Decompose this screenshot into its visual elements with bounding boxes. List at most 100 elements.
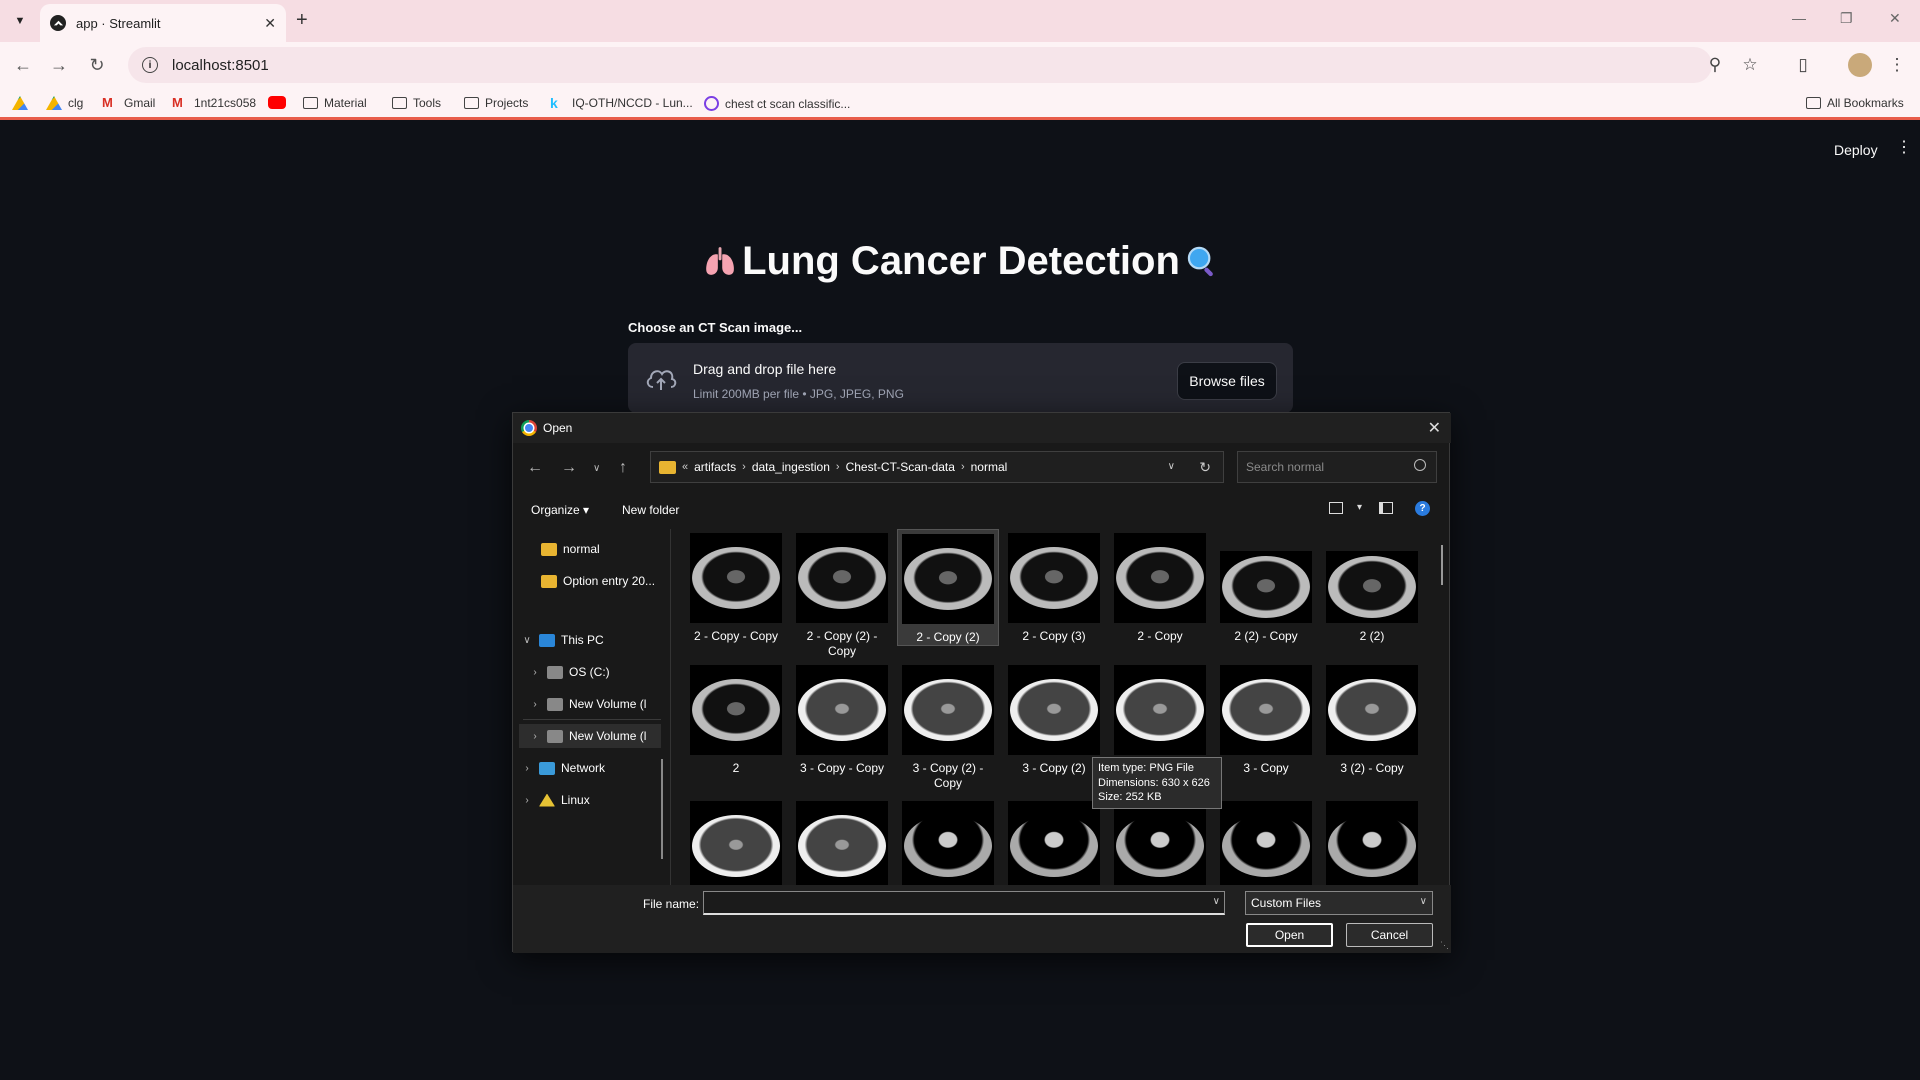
nav-item-new-volume-1[interactable]: › New Volume (l <box>529 692 661 716</box>
breadcrumb-item[interactable]: artifacts <box>694 460 736 474</box>
resize-grip-icon[interactable]: ⋱ <box>1440 940 1449 951</box>
file-item[interactable]: 2 <box>685 661 787 776</box>
up-folder-icon[interactable]: ↑ <box>619 459 627 477</box>
nav-item-network[interactable]: › Network <box>521 756 661 780</box>
recent-locations-icon[interactable]: ∨ <box>593 463 600 474</box>
browse-files-button[interactable]: Browse files <box>1177 362 1277 400</box>
reload-icon[interactable]: ↻ <box>86 54 108 76</box>
file-item[interactable]: 3 (2) - Copy <box>1321 661 1423 776</box>
nav-item-option-entry[interactable]: Option entry 20... <box>541 569 661 593</box>
bookmark-tools[interactable]: Tools <box>392 96 441 110</box>
overflow-chevron-icon[interactable]: « <box>682 461 688 473</box>
preview-pane-icon[interactable] <box>1379 502 1393 514</box>
window-close-icon[interactable]: ✕ <box>1889 10 1901 27</box>
help-icon[interactable]: ? <box>1415 501 1430 516</box>
nav-item-linux[interactable]: › Linux <box>521 788 661 812</box>
refresh-icon[interactable]: ↻ <box>1199 459 1211 476</box>
address-breadcrumb[interactable]: « artifacts › data_ingestion › Chest-CT-… <box>650 451 1224 483</box>
chevron-down-icon[interactable]: ∨ <box>521 635 533 646</box>
tab-search-button[interactable]: ▼ <box>8 9 32 33</box>
file-item[interactable] <box>1003 797 1105 885</box>
bookmark-iq-oth[interactable]: k IQ-OTH/NCCD - Lun... <box>550 96 693 110</box>
restore-icon[interactable]: ❐ <box>1840 10 1853 27</box>
file-item[interactable]: 2 (2) - Copy <box>1215 529 1317 644</box>
file-type-select[interactable]: Custom Files ∨ <box>1245 891 1433 915</box>
breadcrumb-separator-icon[interactable]: › <box>961 461 965 473</box>
file-item[interactable]: 2 (2) <box>1321 529 1423 644</box>
file-type-value: Custom Files <box>1251 896 1322 910</box>
open-button[interactable]: Open <box>1246 923 1333 947</box>
cancel-button[interactable]: Cancel <box>1346 923 1433 947</box>
app-menu-icon[interactable]: ⋮ <box>1896 140 1912 156</box>
bookmark-1nt21cs058[interactable]: M 1nt21cs058 <box>172 96 256 111</box>
breadcrumb-separator-icon[interactable]: › <box>836 461 840 473</box>
dialog-close-icon[interactable]: ✕ <box>1428 418 1441 438</box>
chevron-down-icon[interactable]: ∨ <box>1213 896 1220 907</box>
bookmark-clg[interactable]: clg <box>46 96 83 110</box>
nav-item-os-c[interactable]: › OS (C:) <box>529 660 661 684</box>
bookmark-youtube[interactable] <box>268 96 286 109</box>
lungs-icon <box>706 247 734 275</box>
nav-item-new-volume-2[interactable]: › New Volume (l <box>519 724 661 748</box>
forward-icon[interactable]: → <box>48 54 70 76</box>
breadcrumb-item[interactable]: Chest-CT-Scan-data <box>846 460 955 474</box>
bookmark-drive[interactable] <box>12 96 28 110</box>
bookmark-chest-ct[interactable]: chest ct scan classific... <box>704 96 850 111</box>
minimize-icon[interactable]: — <box>1792 10 1806 26</box>
chevron-right-icon[interactable]: › <box>521 763 533 774</box>
chevron-right-icon[interactable]: › <box>529 667 541 678</box>
file-item[interactable] <box>1109 797 1211 885</box>
profile-avatar[interactable] <box>1848 53 1872 77</box>
nav-scrollbar[interactable] <box>661 759 663 859</box>
file-item[interactable] <box>1321 797 1423 885</box>
deploy-button[interactable]: Deploy <box>1834 142 1878 158</box>
file-item[interactable] <box>685 797 787 885</box>
all-bookmarks[interactable]: All Bookmarks <box>1806 96 1904 110</box>
organize-menu[interactable]: Organize ▾ <box>531 503 589 517</box>
view-options-chevron-icon[interactable]: ▾ <box>1357 502 1362 513</box>
zoom-icon[interactable]: ⚲ <box>1704 54 1726 76</box>
bookmark-projects[interactable]: Projects <box>464 96 528 110</box>
file-item[interactable]: 2 - Copy - Copy <box>685 529 787 644</box>
search-input[interactable]: Search normal <box>1237 451 1437 483</box>
file-item[interactable]: 3 - Copy <box>1215 661 1317 776</box>
browser-tab[interactable]: app · Streamlit ✕ <box>40 4 286 42</box>
file-item[interactable]: 2 - Copy (3) <box>1003 529 1105 644</box>
bookmark-star-icon[interactable]: ☆ <box>1739 54 1761 76</box>
file-item[interactable]: 3 - Copy (2) - Copy <box>897 661 999 791</box>
nav-item-normal[interactable]: normal <box>541 537 661 561</box>
file-item[interactable]: 2 - Copy <box>1109 529 1211 644</box>
file-item[interactable] <box>897 797 999 885</box>
breadcrumb-separator-icon[interactable]: › <box>742 461 746 473</box>
browser-menu-icon[interactable]: ⋮ <box>1886 54 1908 76</box>
bookmark-material[interactable]: Material <box>303 96 367 110</box>
address-bar[interactable]: i localhost:8501 <box>128 47 1712 83</box>
nav-divider <box>523 719 661 720</box>
file-scrollbar[interactable] <box>1441 545 1443 585</box>
file-item[interactable]: 2 - Copy (2) - Copy <box>791 529 893 659</box>
file-item[interactable]: 3 - Copy (2) <box>1003 661 1105 776</box>
file-item[interactable] <box>1215 797 1317 885</box>
chevron-down-icon[interactable]: ∨ <box>1168 461 1175 472</box>
chevron-right-icon[interactable]: › <box>529 731 541 742</box>
dialog-back-icon[interactable]: ← <box>527 459 543 477</box>
bookmark-gmail[interactable]: M Gmail <box>102 96 155 111</box>
chevron-right-icon[interactable]: › <box>521 795 533 806</box>
file-dropzone[interactable]: Drag and drop file here Limit 200MB per … <box>628 343 1293 413</box>
file-item[interactable] <box>791 797 893 885</box>
breadcrumb-item[interactable]: normal <box>971 460 1008 474</box>
site-info-icon[interactable]: i <box>142 57 158 73</box>
file-item[interactable]: 3 - Copy - Copy <box>791 661 893 776</box>
nav-item-this-pc[interactable]: ∨ This PC <box>521 628 661 652</box>
new-folder-button[interactable]: New folder <box>622 503 679 517</box>
dialog-forward-icon[interactable]: → <box>561 459 577 477</box>
breadcrumb-item[interactable]: data_ingestion <box>752 460 830 474</box>
chevron-right-icon[interactable]: › <box>529 699 541 710</box>
extensions-icon[interactable]: ▯ <box>1792 54 1814 76</box>
file-item[interactable]: 2 - Copy (2) <box>897 529 999 646</box>
change-view-icon[interactable] <box>1329 502 1343 514</box>
file-name-input[interactable]: ∨ <box>703 891 1225 915</box>
new-tab-button[interactable]: + <box>296 10 308 30</box>
back-icon[interactable]: ← <box>12 54 34 76</box>
close-tab-icon[interactable]: ✕ <box>264 15 276 32</box>
